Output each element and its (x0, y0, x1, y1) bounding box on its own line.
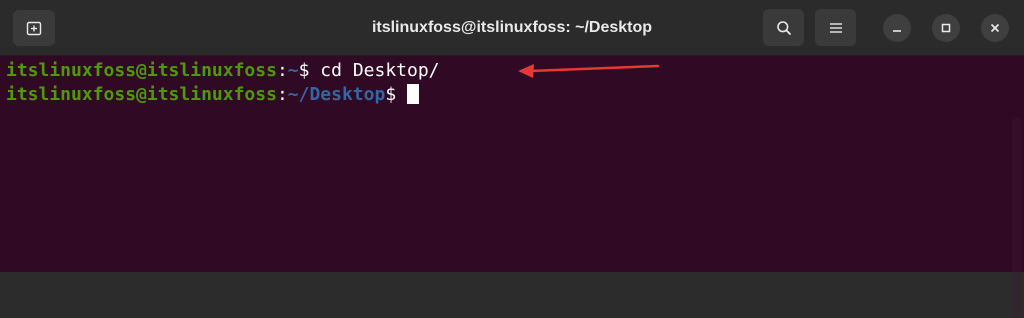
text-cursor (407, 84, 420, 104)
title-bar: itslinuxfoss@itslinuxfoss: ~/Desktop (0, 0, 1024, 56)
prompt-user-host: itslinuxfoss@itslinuxfoss (6, 60, 277, 81)
new-tab-button[interactable] (13, 10, 55, 46)
prompt-symbol: $ (385, 84, 397, 105)
prompt-symbol: $ (298, 60, 310, 81)
maximize-button[interactable] (932, 14, 960, 42)
command-text (396, 84, 407, 105)
close-button[interactable] (981, 14, 1009, 42)
search-icon (776, 20, 791, 35)
menu-button[interactable] (815, 9, 856, 46)
window-title: itslinuxfoss@itslinuxfoss: ~/Desktop (371, 19, 653, 36)
prompt-path: ~ (287, 60, 299, 81)
close-icon (990, 23, 1000, 33)
scrollbar[interactable] (1012, 118, 1022, 318)
terminal-line: itslinuxfoss@itslinuxfoss:~$ cd Desktop/ (6, 60, 440, 82)
maximize-icon (941, 23, 951, 33)
hamburger-menu-icon (829, 22, 842, 33)
prompt-user-host: itslinuxfoss@itslinuxfoss (6, 84, 277, 105)
prompt-path: ~/Desktop (287, 84, 386, 105)
terminal-line: itslinuxfoss@itslinuxfoss:~/Desktop$ (6, 84, 420, 106)
terminal-window: itslinuxfoss@itslinuxfoss: ~/Desktop its… (0, 0, 1024, 318)
command-text: cd Desktop/ (309, 60, 440, 81)
prompt-separator: : (276, 60, 288, 81)
prompt-separator: : (276, 84, 288, 105)
new-tab-icon (26, 21, 42, 36)
minimize-button[interactable] (883, 14, 911, 42)
minimize-icon (893, 30, 901, 32)
search-button[interactable] (763, 9, 804, 46)
terminal-area[interactable]: itslinuxfoss@itslinuxfoss:~$ cd Desktop/… (0, 56, 1024, 318)
